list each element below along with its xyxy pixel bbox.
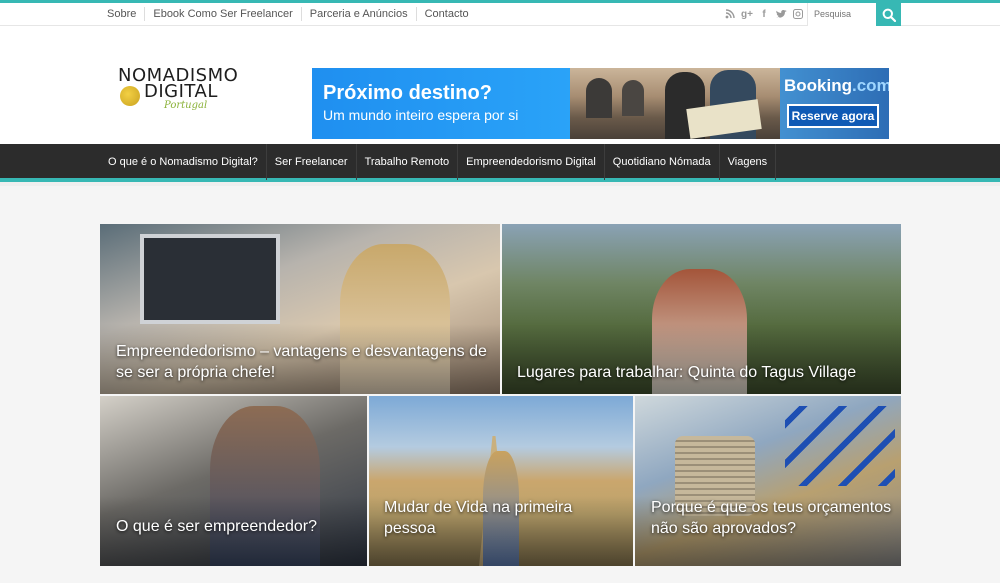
rss-icon[interactable] — [724, 7, 736, 21]
logo-line-2: DIGITAL — [144, 81, 218, 102]
instagram-icon[interactable] — [792, 7, 804, 21]
google-plus-icon[interactable]: g+ — [741, 7, 753, 21]
main-nav: O que é o Nomadismo Digital? Ser Freelan… — [0, 144, 1000, 182]
brand-suffix: .com — [852, 76, 889, 95]
banner-subtitle: Um mundo inteiro espera por si — [323, 107, 519, 123]
facebook-icon[interactable]: f — [758, 7, 770, 21]
globe-icon — [120, 86, 140, 106]
nav-item-empreendedorismo[interactable]: Empreendedorismo Digital — [458, 144, 605, 180]
nav-item-viagens[interactable]: Viagens — [720, 144, 777, 180]
featured-post-1[interactable]: Empreendedorismo – vantagens e desvantag… — [100, 224, 500, 394]
search-button[interactable] — [876, 3, 901, 26]
site-header: NOMADISMO DIGITAL Portugal Próximo desti… — [0, 26, 1000, 144]
post-title[interactable]: Porque é que os teus orçamentos não são … — [651, 497, 896, 539]
featured-post-2[interactable]: Lugares para trabalhar: Quinta do Tagus … — [502, 224, 901, 394]
post-title[interactable]: Lugares para trabalhar: Quinta do Tagus … — [517, 362, 897, 383]
featured-post-5[interactable]: Porque é que os teus orçamentos não são … — [635, 396, 901, 566]
featured-post-3[interactable]: O que é ser empreendedor? — [100, 396, 367, 566]
booking-logo: Booking.com — [784, 76, 889, 96]
nav-item-trabalho-remoto[interactable]: Trabalho Remoto — [357, 144, 459, 180]
search-input[interactable] — [814, 7, 876, 21]
nav-item-freelancer[interactable]: Ser Freelancer — [267, 144, 357, 180]
twitter-icon[interactable] — [775, 7, 787, 21]
nav-item-nomadismo[interactable]: O que é o Nomadismo Digital? — [100, 144, 267, 180]
top-nav-parceria[interactable]: Parceria e Anúncios — [302, 7, 417, 21]
reserve-button[interactable]: Reserve agora — [787, 104, 879, 128]
brand-main: Booking — [784, 76, 852, 95]
nav-item-quotidiano[interactable]: Quotidiano Nómada — [605, 144, 720, 180]
post-title[interactable]: Mudar de Vida na primeira pessoa — [384, 497, 624, 539]
social-icons: g+ f — [724, 7, 804, 21]
top-bar: Sobre Ebook Como Ser Freelancer Parceria… — [0, 0, 1000, 26]
post-title[interactable]: Empreendedorismo – vantagens e desvantag… — [116, 341, 496, 383]
featured-post-4[interactable]: Mudar de Vida na primeira pessoa — [369, 396, 633, 566]
laptop-image — [140, 234, 280, 324]
caption-shade — [502, 324, 901, 394]
post-title[interactable]: O que é ser empreendedor? — [116, 516, 361, 537]
top-nav: Sobre Ebook Como Ser Freelancer Parceria… — [100, 7, 477, 21]
arch-shape — [586, 78, 612, 118]
pens-image — [785, 406, 895, 486]
logo-line-3: Portugal — [164, 100, 208, 111]
top-nav-sobre[interactable]: Sobre — [100, 7, 146, 21]
top-nav-ebook[interactable]: Ebook Como Ser Freelancer — [145, 7, 302, 21]
site-logo[interactable]: NOMADISMO DIGITAL Portugal — [118, 66, 258, 140]
banner-photo — [570, 68, 780, 139]
banner-title: Próximo destino? — [323, 82, 492, 104]
top-nav-contacto[interactable]: Contacto — [417, 7, 477, 21]
booking-ad-banner[interactable]: Próximo destino? Um mundo inteiro espera… — [312, 68, 889, 139]
search-icon — [882, 8, 896, 22]
arch-shape — [622, 80, 644, 116]
